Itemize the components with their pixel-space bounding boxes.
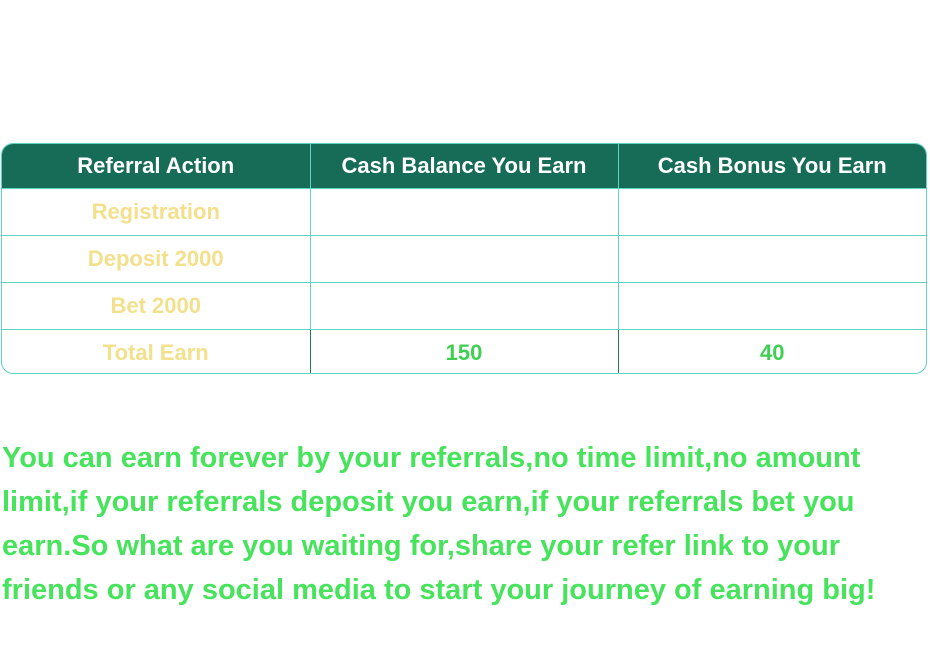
header-row: Referral Action Cash Balance You Earn Ca… — [2, 144, 926, 189]
row-action-bet: Bet 2000 — [2, 282, 311, 330]
row-cash-balance — [310, 282, 619, 330]
header-cash-bonus: Cash Bonus You Earn — [618, 144, 926, 189]
total-cash-balance: 150 — [310, 329, 619, 373]
table-body: Registration Deposit 2000 Bet 2000 Total… — [2, 188, 926, 373]
row-cash-balance — [310, 188, 619, 236]
total-cash-bonus: 40 — [618, 329, 926, 373]
row-cash-bonus — [618, 282, 926, 330]
earnings-table: Referral Action Cash Balance You Earn Ca… — [2, 144, 926, 373]
row-action-registration: Registration — [2, 188, 311, 236]
row-cash-bonus — [618, 235, 926, 283]
referral-earnings-table: Referral Action Cash Balance You Earn Ca… — [1, 143, 927, 374]
table-row: Registration — [2, 188, 926, 236]
table-row-total: Total Earn 150 40 — [2, 329, 926, 373]
header-cash-balance: Cash Balance You Earn — [310, 144, 619, 189]
row-action-deposit: Deposit 2000 — [2, 235, 311, 283]
row-cash-balance — [310, 235, 619, 283]
table-header: Referral Action Cash Balance You Earn Ca… — [2, 144, 926, 189]
referral-promo-text: You can earn forever by your referrals,n… — [2, 442, 876, 606]
header-referral-action: Referral Action — [2, 144, 311, 189]
table-row: Bet 2000 — [2, 282, 926, 330]
row-action-total: Total Earn — [2, 329, 311, 373]
referral-page: Referral Action Cash Balance You Earn Ca… — [0, 0, 930, 652]
table-row: Deposit 2000 — [2, 235, 926, 283]
row-cash-bonus — [618, 188, 926, 236]
